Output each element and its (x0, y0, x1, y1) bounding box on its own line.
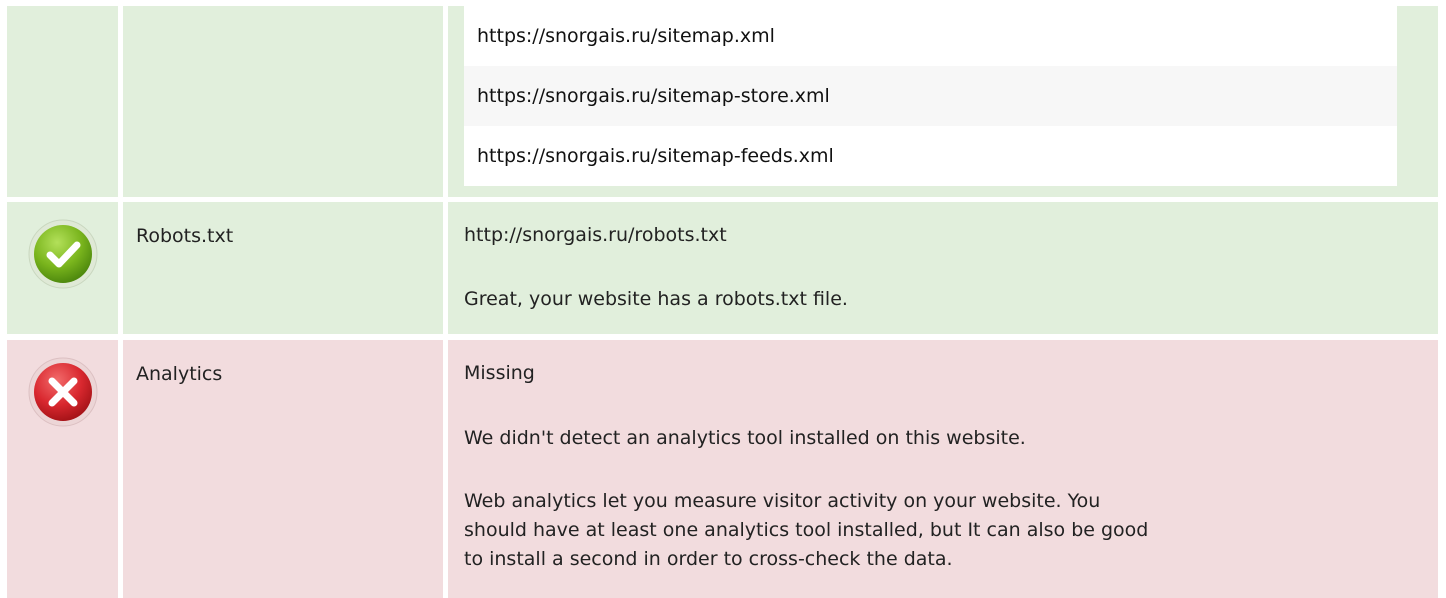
sitemap-url: https://snorgais.ru/sitemap.xml (464, 6, 1397, 66)
robots-label-cell: Robots.txt (123, 202, 443, 334)
robots-label: Robots.txt (136, 225, 234, 247)
robots-url: http://snorgais.ru/robots.txt (464, 224, 727, 246)
robots-message: Great, your website has a robots.txt fil… (464, 288, 848, 310)
sitemap-url: https://snorgais.ru/sitemap-feeds.xml (464, 126, 1397, 186)
robots-status-cell (7, 202, 118, 334)
sitemap-label-cell (123, 6, 443, 197)
robots-content-cell: http://snorgais.ru/robots.txt Great, you… (448, 202, 1438, 334)
check-icon (28, 219, 98, 289)
cross-icon (28, 357, 98, 427)
analytics-message: We didn't detect an analytics tool insta… (464, 427, 1026, 449)
analytics-content-cell: Missing We didn't detect an analytics to… (448, 340, 1438, 598)
analytics-advice: Web analytics let you measure visitor ac… (464, 490, 1149, 570)
sitemap-url: https://snorgais.ru/sitemap-store.xml (464, 66, 1397, 126)
analytics-label-cell: Analytics (123, 340, 443, 598)
sitemap-list: https://snorgais.ru/sitemap.xml https://… (464, 6, 1397, 186)
sitemap-status-cell (7, 6, 118, 197)
analytics-status: Missing (464, 362, 535, 384)
analytics-label: Analytics (136, 363, 223, 385)
analytics-status-cell (7, 340, 118, 598)
